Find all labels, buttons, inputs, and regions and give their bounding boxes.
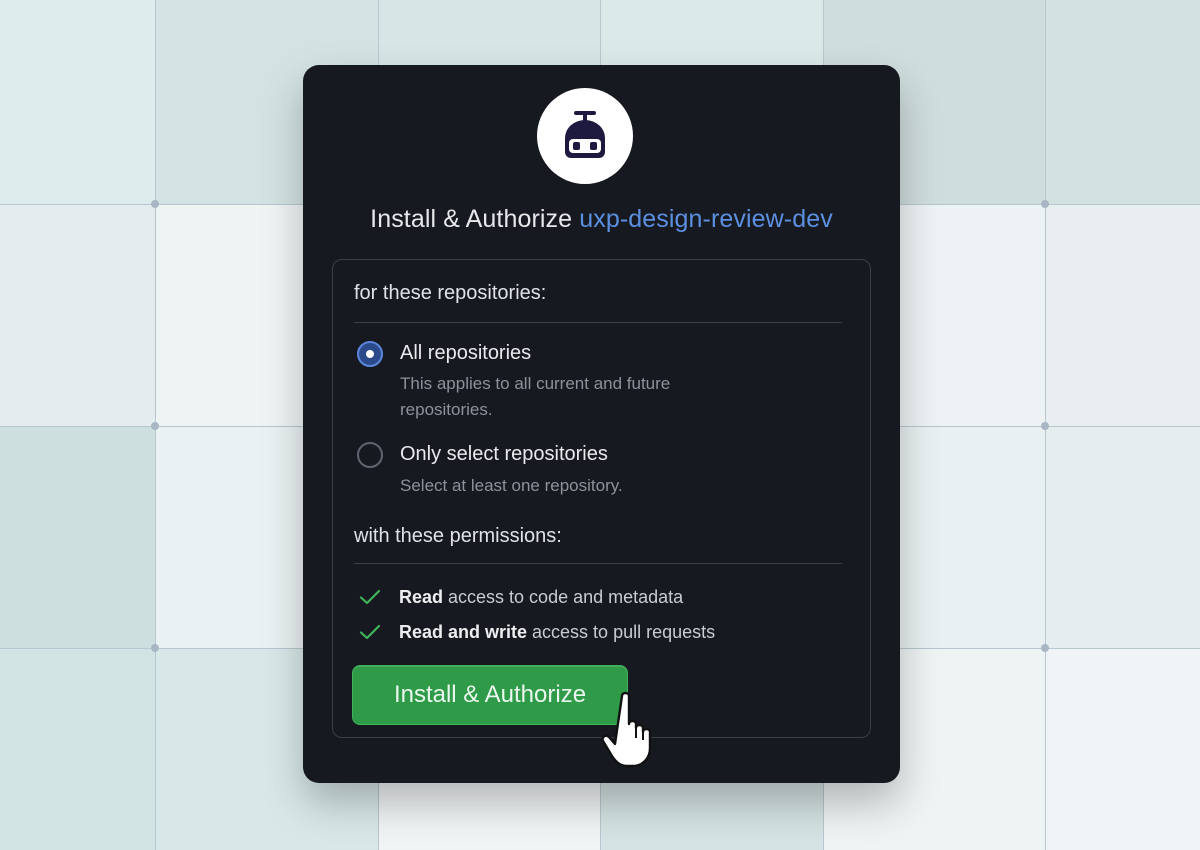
permission-scope: access to pull requests [527, 621, 716, 642]
permission-text: Read access to code and metadata [399, 587, 683, 608]
permission-level: Read [399, 586, 444, 607]
permissions-heading: with these permissions: [354, 525, 562, 547]
dialog-title: Install & Authorize uxp-design-review-de… [303, 205, 900, 234]
checkmark-icon [359, 589, 381, 605]
permission-item: Read and write access to pull requests [358, 620, 715, 644]
permissions-panel: for these repositories: All repositories… [332, 259, 871, 738]
permission-level: Read and write [399, 621, 528, 642]
select-repositories-radio[interactable] [357, 442, 383, 468]
permission-item: Read access to code and metadata [358, 585, 683, 609]
all-repositories-label[interactable]: All repositories [400, 342, 531, 365]
all-repositories-radio[interactable] [357, 341, 383, 367]
app-name-link[interactable]: uxp-design-review-dev [579, 205, 833, 233]
divider [354, 563, 842, 564]
permission-text: Read and write access to pull requests [399, 622, 715, 643]
hand-pointer-cursor-icon [601, 691, 652, 768]
divider [354, 322, 842, 323]
all-repositories-description: This applies to all current and future r… [400, 374, 671, 419]
permission-scope: access to code and metadata [443, 586, 684, 607]
select-repositories-description: Select at least one repository. [400, 476, 623, 495]
repositories-heading: for these repositories: [354, 282, 547, 304]
title-prefix: Install & Authorize [370, 205, 573, 233]
app-logo [537, 88, 633, 184]
checkmark-icon [359, 624, 381, 640]
robot-icon [565, 111, 605, 158]
select-repositories-label[interactable]: Only select repositories [400, 443, 608, 466]
install-authorize-button[interactable]: Install & Authorize [352, 665, 628, 725]
install-authorize-dialog: Install & Authorize uxp-design-review-de… [303, 65, 900, 783]
